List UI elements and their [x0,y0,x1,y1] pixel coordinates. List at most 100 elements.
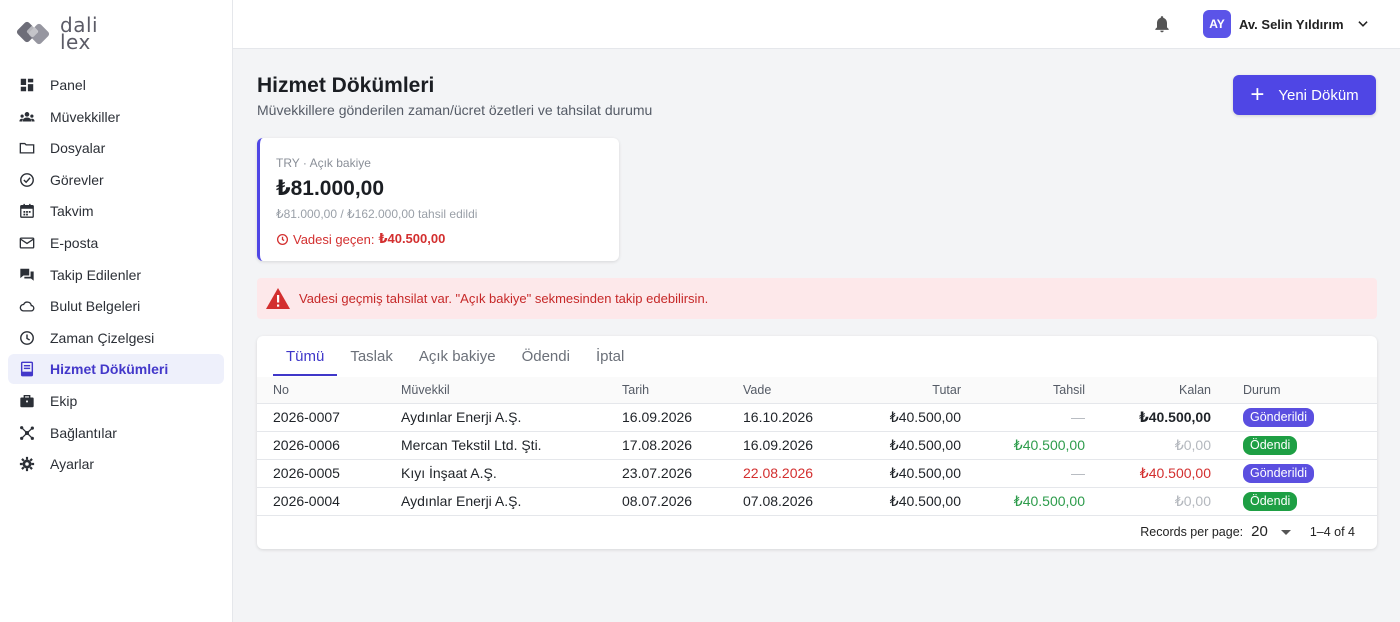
sidebar-item-label: Panel [50,77,86,93]
sidebar-item-label: Ayarlar [50,456,95,473]
sidebar-item-check-circle[interactable]: Görevler [8,165,224,195]
balance-label: TRY · Açık bakiye [276,156,371,170]
cell-amount: ₺40.500,00 [847,431,977,460]
cell-due: 16.10.2026 [727,403,847,432]
app-shell: dali lex Panel Müvekkiller Dosyalar Görevle… [0,0,1400,622]
col-collected[interactable]: Tahsil [977,377,1101,404]
col-status[interactable]: Durum [1227,377,1377,404]
cell-remaining: ₺0,00 [1101,487,1227,516]
cell-amount: ₺40.500,00 [847,487,977,516]
col-remaining[interactable]: Kalan [1101,377,1227,404]
new-statement-label: Yeni Döküm [1278,86,1359,104]
cell-amount: ₺40.500,00 [847,459,977,488]
chevron-down-icon [1357,21,1368,27]
sidebar-item-dashboard[interactable]: Panel [8,70,224,100]
cell-remaining: ₺40.500,00 [1101,459,1227,488]
briefcase-icon [19,393,35,409]
tab-4[interactable]: İptal [583,336,637,376]
cell-amount: ₺40.500,00 [847,403,977,432]
sidebar-item-briefcase[interactable]: Ekip [8,386,224,416]
sidebar-item-folder[interactable]: Dosyalar [8,133,224,163]
cell-date: 23.07.2026 [606,459,727,488]
page-title: Hizmet Dökümleri [257,74,435,97]
status-tabs: Tümü Taslak Açık bakiye Ödendi İptal [257,336,1377,377]
clock-alert-icon [276,233,289,245]
user-name: Av. Selin Yıldırım [1239,16,1344,32]
cell-remaining: ₺40.500,00 [1101,403,1227,432]
cell-due: 16.09.2026 [727,431,847,460]
sidebar-item-label: Takip Edilenler [50,266,142,283]
sidebar-item-gear[interactable]: Ayarlar [8,449,224,479]
table-row[interactable]: 2026-0004 Aydınlar Enerji A.Ş. 08.07.2026 0… [257,487,1377,516]
cell-collected: ₺40.500,00 [977,487,1101,516]
warning-icon [266,287,290,309]
cell-no: 2026-0007 [257,403,385,432]
clients-icon [19,109,35,125]
table-row[interactable]: 2026-0006 Mercan Tekstil Ltd. Şti. 17.08.2… [257,431,1377,460]
sidebar-item-label: Dosyalar [50,140,106,157]
cell-date: 08.07.2026 [606,487,727,516]
sidebar-item-calendar[interactable]: Takvim [8,196,224,226]
brand-logo[interactable]: dali lex [16,15,98,53]
sidebar-item-cloud[interactable]: Bulut Belgeleri [8,291,224,321]
sidebar-item-hub[interactable]: Bağlantılar [8,418,224,448]
plus-icon: + [1250,81,1265,108]
cell-date: 16.09.2026 [606,403,727,432]
cell-due: 22.08.2026 [727,459,847,488]
col-client[interactable]: Müvekkil [385,377,606,404]
sidebar: dali lex Panel Müvekkiller Dosyalar Görevle… [0,0,233,622]
col-amount[interactable]: Tutar [847,377,977,404]
tab-0[interactable]: Tümü [273,336,338,376]
rows-per-page-select[interactable]: 20 [1251,523,1292,540]
cell-status: Gönderildi [1227,459,1377,488]
balance-collected: ₺81.000,00 / ₺162.000,00 tahsil edildi [276,207,478,221]
cell-date: 17.08.2026 [606,431,727,460]
sidebar-item-label: Bağlantılar [50,424,117,441]
page-header: Hizmet Dökümleri Müvekkillere gönderilen… [257,74,652,118]
sidebar-item-forum[interactable]: Takip Edilenler [8,260,224,290]
dashboard-icon [19,77,35,93]
sidebar-item-mail[interactable]: E-posta [8,228,224,258]
sidebar-item-clients[interactable]: Müvekkiller [8,102,224,132]
sidebar-item-label: Zaman Çizelgesi [50,329,155,346]
cell-collected: — [977,459,1101,488]
cell-client: Mercan Tekstil Ltd. Şti. [385,431,606,460]
user-menu[interactable]: AY Av. Selin Yıldırım [1203,10,1370,38]
notifications-bell-icon[interactable] [1152,14,1172,34]
main-content: AY Av. Selin Yıldırım Hizmet Dökümleri M… [233,0,1400,622]
table-body: 2026-0007 Aydınlar Enerji A.Ş. 16.09.2026 1… [257,403,1377,516]
col-due[interactable]: Vade [727,377,847,404]
cell-no: 2026-0005 [257,459,385,488]
cell-status: Ödendi [1227,487,1377,516]
page-range: 1–4 of 4 [1309,524,1355,539]
col-no[interactable]: No [257,377,385,404]
sidebar-item-clock[interactable]: Zaman Çizelgesi [8,323,224,353]
cell-client: Kıyı İnşaat A.Ş. [385,459,606,488]
balance-amount: ₺81.000,00 [276,177,385,200]
table-row[interactable]: 2026-0007 Aydınlar Enerji A.Ş. 16.09.2026 1… [257,403,1377,432]
status-badge: Gönderildi [1243,463,1314,483]
tab-2[interactable]: Açık bakiye [406,336,509,376]
cell-status: Gönderildi [1227,403,1377,432]
topbar: AY Av. Selin Yıldırım [233,0,1400,49]
table-header-row: No Müvekkil Tarih Vade Tutar Tahsil Kala… [257,377,1377,404]
receipt-icon [19,361,35,377]
col-date[interactable]: Tarih [606,377,727,404]
cell-no: 2026-0004 [257,487,385,516]
sidebar-item-label: Ekip [50,392,78,409]
page-subtitle: Müvekkillere gönderilen zaman/ücret özet… [257,102,653,118]
gear-icon [19,456,35,472]
tab-1[interactable]: Taslak [337,336,406,376]
table-row[interactable]: 2026-0005 Kıyı İnşaat A.Ş. 23.07.2026 22.08… [257,459,1377,488]
clock-icon [19,330,35,346]
check-circle-icon [19,172,35,188]
tab-3[interactable]: Ödendi [509,336,583,376]
statements-table: No Müvekkil Tarih Vade Tutar Tahsil Kala… [257,377,1377,516]
cell-no: 2026-0006 [257,431,385,460]
caret-down-icon [1280,529,1291,535]
balance-overdue: Vadesi geçen: ₺40.500,00 [276,231,603,247]
new-statement-button[interactable]: + Yeni Döküm [1233,75,1376,115]
cell-client: Aydınlar Enerji A.Ş. [385,487,606,516]
sidebar-item-receipt[interactable]: Hizmet Dökümleri [8,354,224,385]
cloud-icon [19,298,35,314]
